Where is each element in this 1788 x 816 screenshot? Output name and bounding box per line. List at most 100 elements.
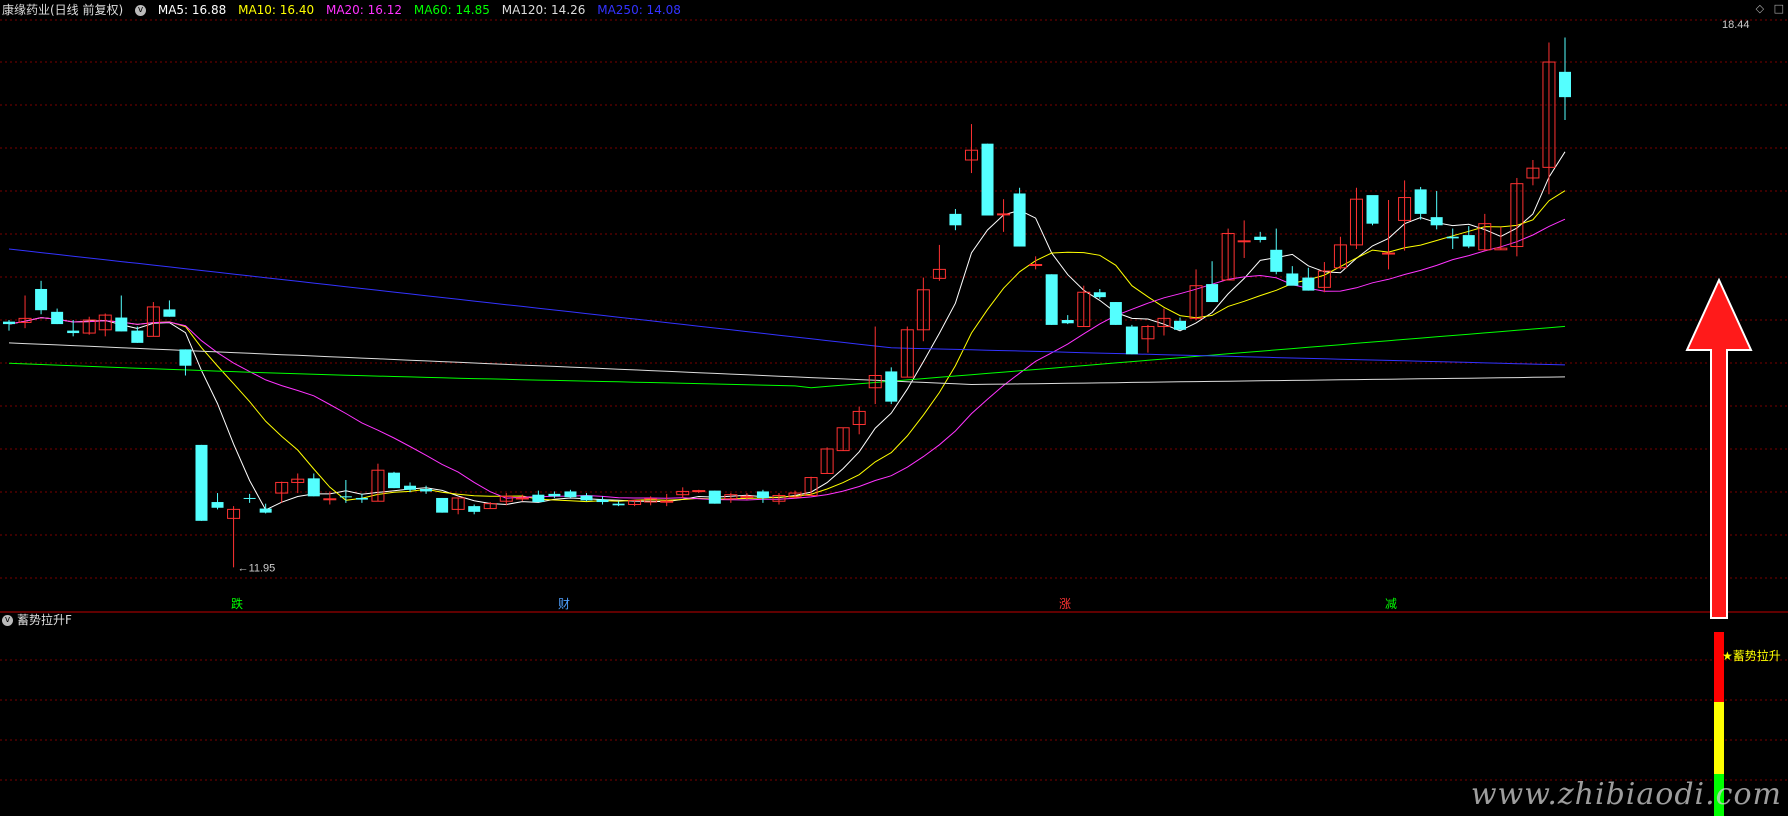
candlestick[interactable] xyxy=(612,501,625,507)
candlestick[interactable] xyxy=(1559,37,1571,120)
event-marker: 减 xyxy=(1385,597,1397,611)
candlestick[interactable] xyxy=(1366,195,1379,226)
candlestick[interactable] xyxy=(387,471,400,489)
candlestick[interactable] xyxy=(868,326,882,405)
candlestick[interactable] xyxy=(468,504,481,515)
candle-body xyxy=(1559,71,1571,98)
diamond-icon[interactable]: ◇ xyxy=(1756,2,1764,15)
candle-body xyxy=(564,491,577,498)
candlestick[interactable] xyxy=(1430,191,1443,230)
candlestick[interactable] xyxy=(852,406,866,435)
stock-title[interactable]: 康缘药业(日线 前复权) xyxy=(2,3,123,17)
candlestick[interactable] xyxy=(195,444,208,521)
candlestick[interactable] xyxy=(580,493,593,502)
ma10-label: MA10: 16.40 xyxy=(238,3,315,17)
candlestick[interactable] xyxy=(724,493,738,503)
candlestick[interactable] xyxy=(355,493,368,503)
candlestick[interactable] xyxy=(1270,228,1283,275)
candlestick[interactable] xyxy=(949,208,962,231)
candlestick[interactable] xyxy=(1526,160,1540,186)
candlestick[interactable] xyxy=(564,489,577,498)
candle-body xyxy=(243,497,256,499)
candle-body xyxy=(51,311,64,325)
candlestick[interactable] xyxy=(1141,324,1155,353)
candle-body xyxy=(115,317,128,332)
candlestick[interactable] xyxy=(98,313,112,337)
candlestick[interactable] xyxy=(451,497,465,515)
candlestick[interactable] xyxy=(1109,302,1122,325)
candlestick[interactable] xyxy=(67,320,80,337)
ma5-line xyxy=(8,151,1566,511)
candlestick[interactable] xyxy=(1302,267,1315,291)
candlestick[interactable] xyxy=(981,143,994,216)
ma60-label: MA60: 14.85 xyxy=(413,3,490,17)
candlestick[interactable] xyxy=(259,503,272,514)
candlestick[interactable] xyxy=(932,244,946,281)
candlestick[interactable] xyxy=(964,124,978,174)
event-marker: 涨 xyxy=(1059,596,1071,611)
candlestick[interactable] xyxy=(1206,261,1219,303)
candlestick[interactable] xyxy=(211,493,224,510)
candlestick[interactable] xyxy=(3,320,15,331)
candlestick[interactable] xyxy=(291,473,305,494)
candlestick[interactable] xyxy=(1494,226,1508,251)
candlestick[interactable] xyxy=(1013,187,1026,247)
candlestick[interactable] xyxy=(900,326,914,378)
ma120-line xyxy=(8,342,1566,386)
candlestick[interactable] xyxy=(436,497,449,513)
candlestick[interactable] xyxy=(51,308,64,325)
candlestick[interactable] xyxy=(628,499,642,507)
candlestick[interactable] xyxy=(1510,177,1524,257)
candlestick[interactable] xyxy=(916,277,930,342)
candlesticks[interactable] xyxy=(3,37,1571,568)
candlestick[interactable] xyxy=(676,487,690,498)
candlestick[interactable] xyxy=(836,427,850,452)
indicator-settings-icon[interactable]: v xyxy=(2,615,13,626)
settings-circle-icon[interactable]: v xyxy=(135,5,147,16)
candlestick[interactable] xyxy=(146,302,160,337)
kline-chart[interactable]: 18.44 ←11.95 跌 财 涨 减 ★蓄势拉升 xyxy=(0,0,1788,816)
candlestick[interactable] xyxy=(756,489,769,503)
candlestick[interactable] xyxy=(82,316,96,335)
candlestick[interactable] xyxy=(708,490,721,504)
candlestick[interactable] xyxy=(820,447,834,474)
indicator-name[interactable]: 蓄势拉升F xyxy=(17,613,72,627)
candlestick[interactable] xyxy=(1045,274,1058,325)
candlestick[interactable] xyxy=(1174,317,1187,330)
candlestick[interactable] xyxy=(1286,266,1299,286)
candlestick[interactable] xyxy=(885,367,898,405)
candlestick[interactable] xyxy=(227,506,241,568)
candlestick[interactable] xyxy=(1542,42,1556,195)
candlestick[interactable] xyxy=(1125,324,1138,355)
candlestick[interactable] xyxy=(532,490,545,503)
candlestick[interactable] xyxy=(1414,186,1427,220)
candlestick[interactable] xyxy=(131,326,144,343)
candlestick[interactable] xyxy=(307,473,320,497)
candle-body xyxy=(949,213,962,226)
candlestick[interactable] xyxy=(1157,308,1171,336)
candlestick[interactable] xyxy=(115,295,128,332)
candlestick[interactable] xyxy=(1462,226,1475,249)
candlestick[interactable] xyxy=(692,489,706,494)
candlestick[interactable] xyxy=(1237,220,1251,258)
maximize-icon[interactable]: □ xyxy=(1774,2,1784,15)
candlestick[interactable] xyxy=(1446,228,1459,249)
candlestick[interactable] xyxy=(1077,285,1091,328)
candlestick[interactable] xyxy=(997,199,1011,232)
candle-body xyxy=(1013,193,1026,247)
candle-body xyxy=(1125,326,1138,355)
candlestick[interactable] xyxy=(179,349,192,376)
candlestick[interactable] xyxy=(35,280,48,315)
candlestick[interactable] xyxy=(243,493,256,503)
candle-body xyxy=(1286,273,1299,286)
candlestick[interactable] xyxy=(596,496,609,505)
candlestick[interactable] xyxy=(1221,228,1235,281)
candlestick[interactable] xyxy=(1349,187,1363,249)
candlestick[interactable] xyxy=(163,300,176,317)
candle-body xyxy=(387,472,400,489)
candlestick[interactable] xyxy=(18,295,32,329)
candlestick[interactable] xyxy=(420,485,433,494)
candlestick[interactable] xyxy=(1254,231,1267,243)
high-price-label: 18.44 xyxy=(1722,19,1750,31)
price-labels: 18.44 ←11.95 跌 财 涨 减 xyxy=(231,19,1753,619)
